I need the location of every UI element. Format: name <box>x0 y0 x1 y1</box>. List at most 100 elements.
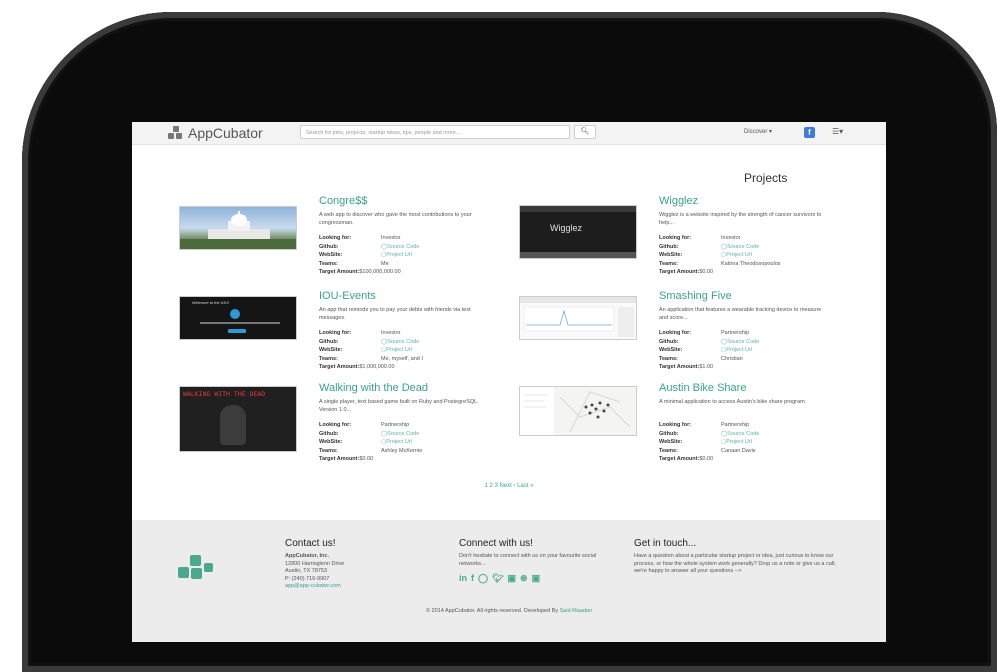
project-meta: Looking for: Partnership Github: ◯ Source C… <box>659 329 759 372</box>
label: Looking for: <box>659 422 692 428</box>
linkedin-icon[interactable]: in <box>459 573 467 584</box>
label: WebSite: <box>319 439 343 445</box>
project-meta: Looking for: Partnership Github: ◯ Source C… <box>319 421 422 464</box>
browser-screen: AppCubator Search for jobs, projects, st… <box>132 122 886 642</box>
label: Target Amount: <box>319 364 360 370</box>
label: Looking for: <box>659 330 692 336</box>
project-thumbnail[interactable]: WALKING WITH THE DEAD <box>179 386 297 452</box>
project-description: An app that reminds you to pay your debt… <box>319 307 471 321</box>
project-title[interactable]: Wigglez <box>659 195 698 207</box>
project-url-link[interactable]: Project Url <box>726 438 752 447</box>
target-value: $1.00 <box>699 364 714 370</box>
label: Github: <box>319 338 339 345</box>
facebook-icon[interactable]: f <box>471 573 474 584</box>
twitter-icon[interactable]: 🐦︎ <box>492 573 503 584</box>
project-thumbnail[interactable] <box>519 296 637 340</box>
project-url-link[interactable]: Project Url <box>386 438 412 447</box>
capitol-icon <box>180 211 296 249</box>
facebook-icon[interactable]: f <box>804 127 815 138</box>
label: Target Amount: <box>319 456 360 462</box>
thumbnail-text: Wigglez <box>550 223 583 233</box>
source-code-link[interactable]: Source Code <box>727 338 759 347</box>
contact-title: Contact us! <box>285 538 336 549</box>
project-thumbnail[interactable]: Wigglez <box>519 205 637 259</box>
project-title[interactable]: IOU-Events <box>319 290 376 302</box>
source-code-link[interactable]: Source Code <box>387 430 419 439</box>
chart-icon <box>520 297 636 337</box>
source-code-link[interactable]: Source Code <box>387 243 419 252</box>
target-value: $100,000,000.00 <box>359 269 401 275</box>
connect-column: Connect with us! Don't hesitate to conne… <box>459 538 599 584</box>
phone: P: (240) 716-9907 <box>285 575 330 582</box>
project-card: Congre$$ A web app to discover who gave … <box>179 195 499 290</box>
thumbnail-text: Welcome to the IOU! <box>192 300 230 305</box>
project-meta: Looking for: Investor Github: ◯ Source Code… <box>319 329 423 372</box>
project-thumbnail[interactable] <box>519 386 637 436</box>
looking-for-value: Investor <box>381 235 401 241</box>
label: WebSite: <box>659 347 683 353</box>
developer-link[interactable]: Said Maadan <box>560 608 592 614</box>
copyright: © 2014 AppCubator. All rights reserved. … <box>132 608 886 614</box>
teams-value: Katrina Theodosopoulos <box>721 260 781 267</box>
zombie-icon <box>220 405 246 445</box>
looking-for-value: Investor <box>721 235 741 241</box>
project-url-link[interactable]: Project Url <box>386 251 412 260</box>
project-description: A minimal application to access Austin's… <box>659 399 807 405</box>
project-meta: Looking for: Investor Github: ◯ Source Code… <box>659 234 781 277</box>
touch-title: Get in touch... <box>634 538 697 549</box>
source-code-link[interactable]: Source Code <box>727 243 759 252</box>
source-code-link[interactable]: Source Code <box>727 430 759 439</box>
project-url-link[interactable]: Project Url <box>726 251 752 260</box>
youtube-icon[interactable]: ▣ <box>508 573 517 584</box>
project-title[interactable]: Walking with the Dead <box>319 382 428 394</box>
target-value: $0.00 <box>359 456 374 462</box>
looking-for-value: Partnership <box>721 422 750 428</box>
social-icons: in f ◯ 🐦︎ ▣ ⊛ ▣ <box>459 573 599 584</box>
touch-text: Have a question about a particular start… <box>634 553 836 574</box>
dribbble-icon[interactable]: ⊛ <box>520 573 528 584</box>
label: Github: <box>319 430 339 437</box>
label: Looking for: <box>659 235 692 241</box>
email-link[interactable]: app@app-cubator.com <box>285 583 435 591</box>
bird-icon <box>230 309 240 319</box>
project-card: Austin Bike Share A minimal application … <box>519 382 839 477</box>
brand-logo[interactable]: AppCubator <box>168 125 263 141</box>
cubes-icon <box>168 126 184 140</box>
cubes-logo-icon <box>178 555 214 581</box>
email-icon[interactable]: ▣ <box>532 573 541 584</box>
search-button[interactable]: 🔍︎ <box>574 125 596 139</box>
github-icon[interactable]: ◯ <box>478 573 488 584</box>
project-description: An application that features a wearable … <box>659 307 822 321</box>
target-value: $1,000,000.00 <box>359 364 395 370</box>
looking-for-value: Partnership <box>721 330 750 336</box>
teams-value: Me, myself, and I <box>381 355 423 362</box>
project-meta: Looking for: Partnership Github: ◯ Source C… <box>659 421 759 464</box>
project-thumbnail[interactable] <box>179 206 297 250</box>
project-url-link[interactable]: Project Url <box>726 346 752 355</box>
label: Teams: <box>659 447 678 454</box>
looking-for-value: Partnership <box>381 422 410 428</box>
pagination[interactable]: 1 2 3 Next › Last » <box>132 483 886 489</box>
label: WebSite: <box>319 347 343 353</box>
project-card: Smashing Five An application that featur… <box>519 290 839 385</box>
teams-value: Christian <box>721 355 743 362</box>
volume-button <box>993 138 997 156</box>
footer: Contact us! AppCubator, Inc. 12800 Harri… <box>132 520 886 642</box>
label: Target Amount: <box>319 269 360 275</box>
project-description: Wigglez is a website inspired by the str… <box>659 212 822 226</box>
project-thumbnail[interactable]: Welcome to the IOU! <box>179 296 297 340</box>
label: Target Amount: <box>659 364 700 370</box>
project-title[interactable]: Smashing Five <box>659 290 732 302</box>
hamburger-menu-icon[interactable]: ☰▾ <box>832 127 843 136</box>
connect-text: Don't hesitate to connect with us on you… <box>459 553 597 567</box>
project-card: Welcome to the IOU! IOU-Events An app th… <box>179 290 499 385</box>
project-title[interactable]: Austin Bike Share <box>659 382 746 394</box>
label: Github: <box>319 243 339 250</box>
label: Github: <box>659 430 679 437</box>
search-input[interactable]: Search for jobs, projects, startup ideas… <box>300 125 570 139</box>
label: Target Amount: <box>659 456 700 462</box>
source-code-link[interactable]: Source Code <box>387 338 419 347</box>
project-title[interactable]: Congre$$ <box>319 195 367 207</box>
discover-dropdown[interactable]: Discover ▾ <box>744 128 772 135</box>
project-url-link[interactable]: Project Url <box>386 346 412 355</box>
